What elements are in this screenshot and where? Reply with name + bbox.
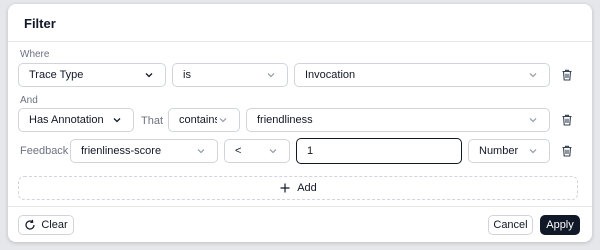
chevron-down-icon	[529, 73, 537, 78]
where-value-select[interactable]: Invocation	[294, 63, 550, 87]
apply-button[interactable]: Apply	[540, 215, 580, 235]
apply-label: Apply	[546, 219, 574, 231]
chevron-down-icon	[197, 149, 205, 154]
feedback-type-select[interactable]: Number	[468, 139, 550, 163]
feedback-value-input[interactable]: 1	[296, 138, 462, 164]
and-operator-select[interactable]: contains	[168, 108, 240, 132]
chevron-down-icon	[219, 118, 227, 123]
where-value-text: Invocation	[305, 69, 356, 81]
feedback-type-value: Number	[479, 145, 519, 157]
trash-icon[interactable]	[560, 113, 574, 127]
trash-icon[interactable]	[560, 68, 574, 82]
where-operator-select[interactable]: is	[172, 63, 288, 87]
and-field-value: Has Annotation	[29, 114, 104, 126]
and-value-text: friendliness	[257, 114, 313, 126]
and-field-select[interactable]: Has Annotation	[18, 108, 134, 132]
plus-icon	[280, 183, 290, 193]
add-filter-button[interactable]: Add	[18, 176, 578, 200]
chevron-down-icon	[145, 73, 153, 78]
feedback-label: Feedback	[20, 145, 69, 157]
and-value-select[interactable]: friendliness	[246, 108, 550, 132]
cancel-label: Cancel	[493, 219, 528, 231]
where-field-select[interactable]: Trace Type	[18, 63, 166, 87]
and-label: And	[20, 95, 38, 106]
clear-label: Clear	[41, 219, 68, 231]
refresh-icon	[25, 219, 35, 230]
dialog-footer: Clear Cancel Apply	[8, 206, 592, 242]
chevron-down-icon	[113, 118, 121, 123]
where-operator-value: is	[183, 69, 191, 81]
chevron-down-icon	[529, 149, 537, 154]
feedback-field-value: frienliness-score	[81, 145, 162, 157]
and-operator-value: contains	[179, 114, 217, 126]
dialog-title: Filter	[24, 16, 56, 31]
clear-button[interactable]: Clear	[18, 215, 74, 235]
where-field-value: Trace Type	[29, 69, 84, 81]
add-label: Add	[297, 182, 317, 194]
feedback-operator-select[interactable]: <	[224, 139, 290, 163]
chevron-down-icon	[529, 118, 537, 123]
feedback-operator-value: <	[235, 145, 242, 157]
chevron-down-icon	[269, 149, 277, 154]
that-label: That	[141, 115, 164, 127]
feedback-value-text: 1	[307, 145, 314, 157]
feedback-field-select[interactable]: frienliness-score	[70, 139, 218, 163]
where-label: Where	[20, 49, 50, 60]
chevron-down-icon	[267, 73, 275, 78]
cancel-button[interactable]: Cancel	[488, 215, 533, 235]
trash-icon[interactable]	[560, 144, 574, 158]
filter-dialog: Filter Where Trace Type is Invocation An…	[8, 4, 592, 242]
dialog-header: Filter	[8, 4, 592, 42]
